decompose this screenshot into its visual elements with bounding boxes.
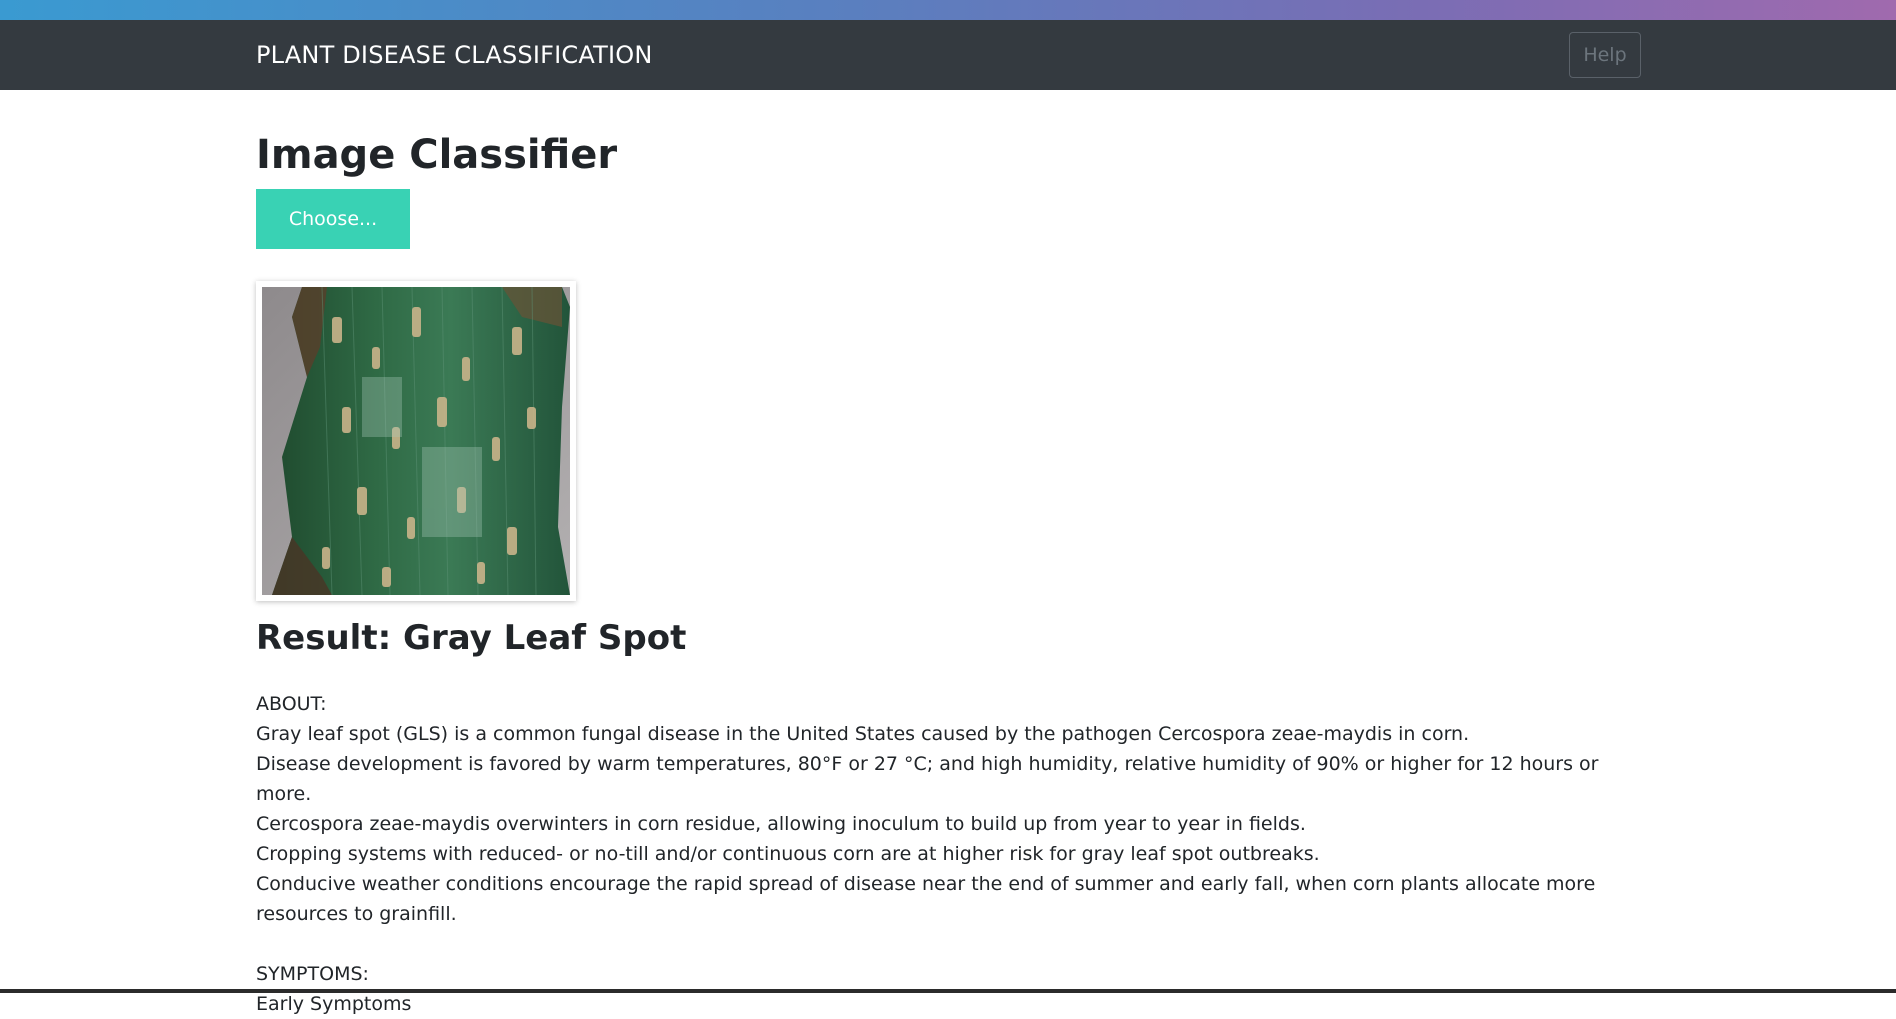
window-bottom-edge	[0, 989, 1896, 993]
disease-info: ABOUT: Gray leaf spot (GLS) is a common …	[256, 689, 1646, 1019]
result-value: Gray Leaf Spot	[403, 618, 687, 658]
navbar-brand[interactable]: PLANT DISEASE CLASSIFICATION	[256, 20, 652, 90]
result-prefix: Result:	[256, 618, 404, 658]
about-line: Disease development is favored by warm t…	[256, 753, 1599, 805]
about-line: Cropping systems with reduced- or no-til…	[256, 843, 1320, 865]
symptoms-line: Early Symptoms	[256, 993, 412, 1015]
leaf-image	[262, 287, 570, 595]
help-button[interactable]: Help	[1569, 32, 1641, 78]
about-line: Conducive weather conditions encourage t…	[256, 873, 1596, 925]
navbar: PLANT DISEASE CLASSIFICATION Help	[0, 20, 1896, 90]
about-line: Gray leaf spot (GLS) is a common fungal …	[256, 723, 1470, 745]
top-gradient-stripe	[0, 0, 1896, 20]
about-heading: ABOUT:	[256, 693, 327, 715]
uploaded-image-preview	[256, 281, 576, 601]
page-title: Image Classifier	[256, 132, 618, 178]
result-heading: Result: Gray Leaf Spot	[256, 616, 686, 660]
choose-file-button[interactable]: Choose...	[256, 189, 410, 249]
symptoms-heading: SYMPTOMS:	[256, 963, 369, 985]
section-spacer	[256, 929, 1646, 959]
about-line: Cercospora zeae-maydis overwinters in co…	[256, 813, 1306, 835]
